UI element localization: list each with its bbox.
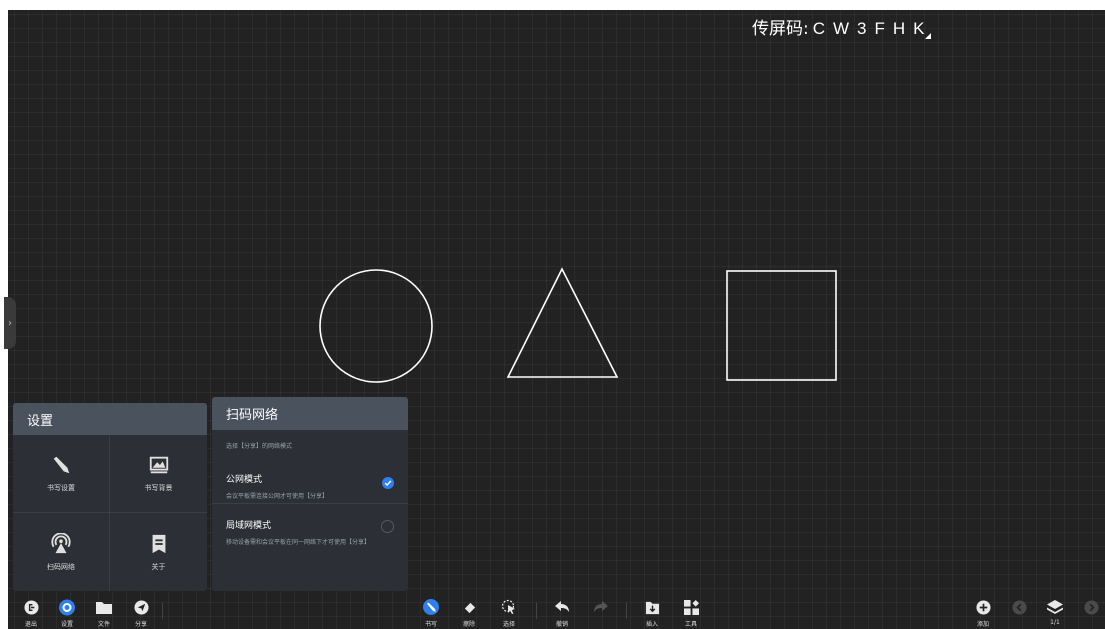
- select-label: 选择: [502, 621, 515, 628]
- toolbar-divider: [162, 603, 163, 619]
- layers-icon: [1047, 599, 1063, 615]
- bottom-toolbar: 退出 设置 文件 分享 书写 擦除 选择 撤销 插入 工具 添加 1/1: [0, 595, 1105, 629]
- page-list-button[interactable]: 1/1: [1038, 599, 1072, 626]
- public-network-title: 公网模式: [226, 475, 263, 485]
- scan-network-panel: 扫码网络 选择【分享】的网络模式 公网模式 会议平板需连接公网才可使用【分享】 …: [212, 397, 408, 591]
- pen-icon: [53, 456, 70, 474]
- write-button[interactable]: 书写: [414, 599, 448, 628]
- page-indicator: 1/1: [1050, 619, 1060, 626]
- write-label: 书写: [424, 621, 437, 628]
- redo-icon: [593, 599, 609, 615]
- lan-network-option[interactable]: 局域网模式 移动设备需和会议平板在同一网络下才可使用【分享】: [212, 503, 408, 557]
- lan-network-subtitle: 移动设备需和会议平板在同一网络下才可使用【分享】: [226, 539, 371, 546]
- folder-icon: [96, 599, 112, 615]
- pen-icon: [423, 599, 439, 615]
- file-label: 文件: [97, 621, 110, 628]
- drawn-triangle[interactable]: [506, 267, 619, 378]
- insert-icon: [644, 599, 660, 615]
- share-button[interactable]: 分享: [124, 599, 158, 628]
- tools-icon: [683, 599, 699, 615]
- select-button[interactable]: 选择: [492, 599, 526, 628]
- insert-button[interactable]: 插入: [635, 599, 669, 628]
- add-icon: [975, 599, 991, 615]
- radio-unselected-icon[interactable]: [381, 520, 394, 533]
- erase-label: 擦除: [462, 621, 475, 628]
- undo-label: 撤销: [555, 621, 568, 628]
- toolbar-divider: [536, 603, 537, 619]
- prev-icon: [1011, 599, 1027, 615]
- network-mode-description: 选择【分享】的网络模式: [226, 443, 293, 450]
- drawn-square[interactable]: [726, 270, 837, 381]
- file-button[interactable]: 文件: [87, 599, 121, 628]
- scan-network-label: 扫码网络: [47, 562, 75, 571]
- tools-button[interactable]: 工具: [674, 599, 708, 628]
- lan-network-title: 局域网模式: [226, 521, 272, 531]
- bookmark-icon: [152, 534, 165, 553]
- toolbar-divider: [626, 603, 627, 619]
- redo-button[interactable]: [584, 599, 618, 619]
- settings-panel: 设置 书写设置 书写背景 扫码网络 关于: [13, 403, 207, 591]
- public-network-subtitle: 会议平板需连接公网才可使用【分享】: [226, 493, 329, 500]
- settings-label: 设置: [60, 621, 73, 628]
- settings-button[interactable]: 设置: [50, 599, 84, 628]
- tools-label: 工具: [684, 621, 697, 628]
- undo-icon: [554, 599, 570, 615]
- prev-page-button[interactable]: [1002, 599, 1036, 619]
- drawn-circle[interactable]: [319, 269, 433, 383]
- checkmark-icon[interactable]: [382, 477, 394, 489]
- select-icon: [501, 599, 517, 615]
- exit-button[interactable]: 退出: [14, 599, 48, 628]
- about-button[interactable]: 关于: [110, 513, 207, 591]
- signal-icon: [51, 532, 71, 553]
- writing-background-label: 书写背景: [144, 484, 173, 492]
- writing-background-button[interactable]: 书写背景: [110, 435, 207, 513]
- writing-settings-label: 书写设置: [47, 484, 75, 492]
- settings-icon: [59, 599, 75, 615]
- undo-button[interactable]: 撤销: [545, 599, 579, 628]
- public-network-option[interactable]: 公网模式 会议平板需连接公网才可使用【分享】: [212, 463, 408, 503]
- add-page-label: 添加: [976, 621, 989, 628]
- scan-network-button[interactable]: 扫码网络: [13, 513, 110, 591]
- exit-icon: [23, 599, 39, 615]
- eraser-icon: [461, 599, 477, 615]
- add-page-button[interactable]: 添加: [966, 599, 1000, 628]
- next-icon: [1083, 599, 1099, 615]
- exit-label: 退出: [24, 621, 37, 628]
- about-label: 关于: [151, 562, 166, 571]
- writing-settings-button[interactable]: 书写设置: [13, 435, 110, 513]
- share-label: 分享: [134, 621, 147, 628]
- next-page-button[interactable]: [1074, 599, 1105, 619]
- image-icon: [149, 456, 168, 474]
- scan-network-panel-title: 扫码网络: [212, 397, 408, 430]
- settings-panel-title: 设置: [13, 403, 207, 435]
- insert-label: 插入: [645, 621, 658, 628]
- erase-button[interactable]: 擦除: [452, 599, 486, 628]
- share-icon: [133, 599, 149, 615]
